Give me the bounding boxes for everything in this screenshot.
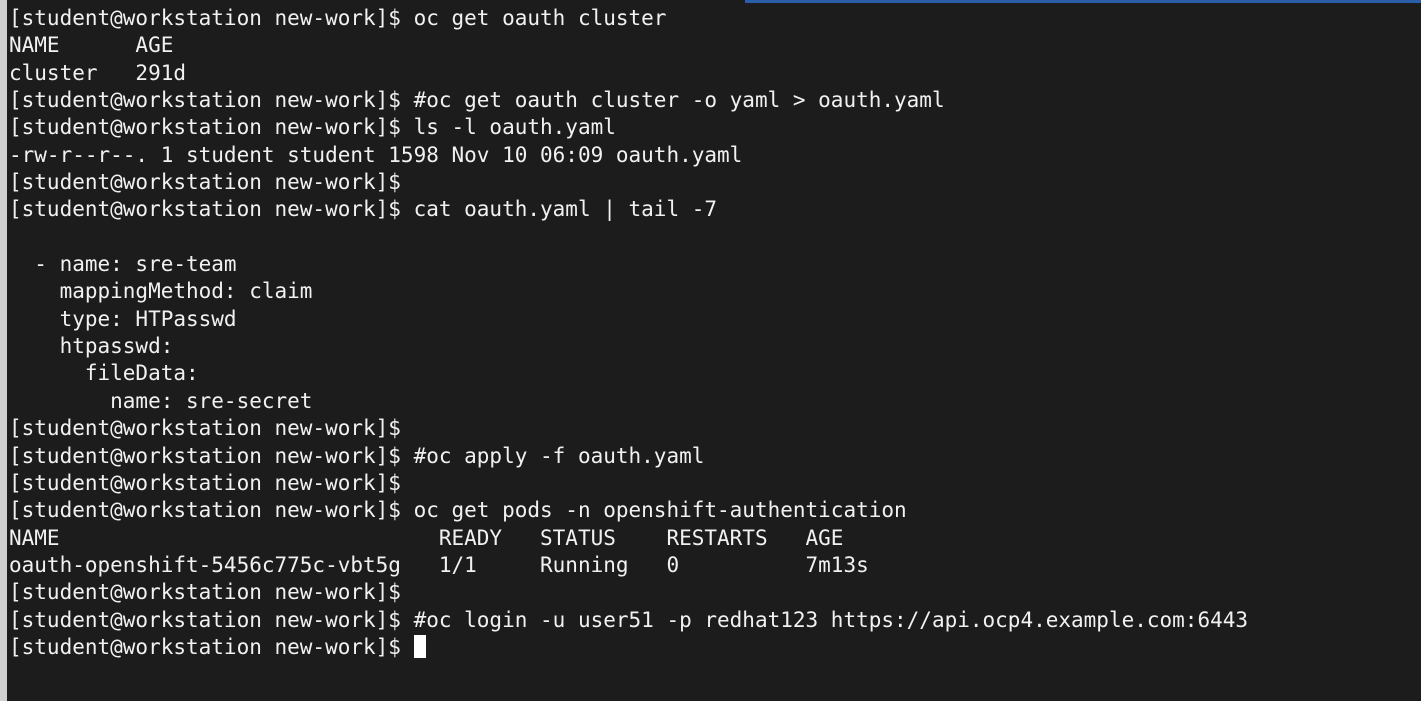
terminal-line: [student@workstation new-work]$ xyxy=(9,580,401,605)
terminal-line: -rw-r--r--. 1 student student 1598 Nov 1… xyxy=(9,142,743,167)
terminal-line: cluster 291d xyxy=(9,60,187,85)
terminal-line: [student@workstation new-work]$ ls -l oa… xyxy=(9,115,616,140)
top-accent-bar xyxy=(745,0,1421,3)
terminal-line: mappingMethod: claim xyxy=(9,279,313,304)
terminal-line: oauth-openshift-5456c775c-vbt5g 1/1 Runn… xyxy=(9,552,869,577)
terminal-prompt-line[interactable]: [student@workstation new-work]$ xyxy=(9,634,1421,661)
terminal-output[interactable]: [student@workstation new-work]$ oc get o… xyxy=(9,5,1421,661)
terminal-line: [student@workstation new-work]$ #oc appl… xyxy=(9,443,705,468)
terminal-line: - name: sre-team xyxy=(9,252,237,277)
window-left-edge xyxy=(0,0,7,701)
terminal-line: NAME AGE xyxy=(9,33,174,58)
terminal-line: [student@workstation new-work]$ #oc logi… xyxy=(9,607,1249,632)
terminal-line: type: HTPasswd xyxy=(9,306,237,331)
terminal-line: name: sre-secret xyxy=(9,388,313,413)
terminal-line: [student@workstation new-work]$ cat oaut… xyxy=(9,197,718,222)
terminal-line: [student@workstation new-work]$ oc get o… xyxy=(9,6,667,30)
terminal-line: htpasswd: xyxy=(9,334,174,359)
prompt-text: [student@workstation new-work]$ xyxy=(9,634,414,659)
terminal-line: [student@workstation new-work]$ xyxy=(9,416,401,441)
terminal-line: fileData: xyxy=(9,361,199,386)
text-cursor xyxy=(413,634,426,658)
terminal-line: [student@workstation new-work]$ xyxy=(9,470,401,495)
terminal-line: [student@workstation new-work]$ oc get p… xyxy=(9,498,907,523)
terminal-line: [student@workstation new-work]$ #oc get … xyxy=(9,88,945,113)
terminal-line: [student@workstation new-work]$ xyxy=(9,170,401,195)
terminal-line: NAME READY STATUS RESTARTS AGE xyxy=(9,525,844,550)
terminal-window[interactable]: [student@workstation new-work]$ oc get o… xyxy=(0,0,1421,701)
